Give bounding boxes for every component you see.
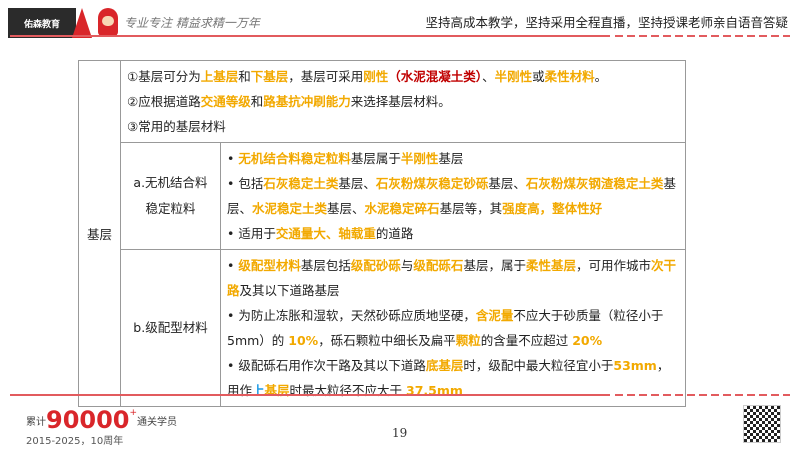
highlight-text: 交通等级 (200, 94, 251, 109)
text-segment: ，基层可采用 (288, 69, 364, 84)
header-divider (10, 35, 610, 37)
highlight-text: 级配砂砾 (350, 258, 401, 273)
page-number: 19 (392, 426, 408, 440)
highlight-text: 含泥量 (475, 308, 514, 323)
highlight-text: 水泥稳定碎石 (364, 201, 440, 216)
highlight-text: 级配砾石 (413, 258, 464, 273)
highlight-text: 级配型材料 (238, 258, 301, 273)
count-prefix: 累计 (26, 417, 46, 428)
row-header: 基层 (78, 60, 121, 407)
highlight-text: 底基层 (425, 358, 464, 373)
text-line: ①基层可分为上基层和下基层，基层可采用刚性（水泥混凝土类）、半刚性或柔性材料。 (127, 64, 679, 89)
text-segment: 或 (532, 69, 545, 84)
category-a-text: • 无机结合料稳定粒料基层属于半刚性基层 • 包括石灰稳定土类基层、石灰粉煤灰稳定… (227, 146, 679, 246)
text-line: ③常用的基层材料 (127, 114, 679, 139)
highlight-text: 柔性基层 (525, 258, 576, 273)
highlight-text: （水泥混凝土类） (388, 69, 483, 84)
text-segment: 的含量不应超过 (480, 333, 573, 348)
highlight-text: 20% (572, 333, 603, 348)
highlight-text: 石灰稳定土类 (263, 176, 339, 191)
text-segment: • (227, 151, 239, 166)
anniversary-text: 2015-2025，10周年 (26, 436, 124, 447)
highlight-text: 10% (288, 333, 319, 348)
text-segment: 基层等，其 (439, 201, 503, 216)
mascot-image (98, 8, 118, 36)
text-segment: • 适用于 (227, 226, 276, 241)
text-segment: 和 (250, 94, 264, 109)
student-count: 累计90000+通关学员 (26, 406, 177, 434)
highlight-text: 路基抗冲刷能力 (263, 94, 351, 109)
category-a-content: • 无机结合料稳定粒料基层属于半刚性基层 • 包括石灰稳定土类基层、石灰粉煤灰稳定… (220, 142, 686, 250)
text-segment: 和 (238, 69, 251, 84)
text-line: • 为防止冻胀和湿软，天然砂砾应质地坚硬，含泥量不应大于砂质量（粒径小于 5mm… (227, 303, 679, 353)
content-table: 基层 ①基层可分为上基层和下基层，基层可采用刚性（水泥混凝土类）、半刚性或柔性材… (78, 60, 686, 407)
highlight-text: 半刚性 (400, 151, 439, 166)
highlight-text: 水泥稳定土类 (252, 201, 328, 216)
category-b-label: b.级配型材料 (133, 320, 208, 335)
category-a-line2: 稳定粒料 (145, 201, 196, 216)
highlight-text: 颗粒 (455, 333, 481, 348)
logo-accent (72, 8, 92, 38)
text-segment: 基层 (438, 151, 464, 166)
text-line: • 包括石灰稳定土类基层、石灰粉煤灰稳定砂砾基层、石灰粉煤灰钢渣稳定土类基层、水… (227, 171, 679, 221)
text-segment: ①基层可分为 (127, 69, 201, 84)
highlight-text: 下基层 (250, 69, 289, 84)
count-suffix: 通关学员 (137, 417, 178, 428)
highlight-text: 53mm (613, 358, 657, 373)
footer-dash (615, 394, 790, 396)
intro-cell: ①基层可分为上基层和下基层，基层可采用刚性（水泥混凝土类）、半刚性或柔性材料。 ②… (120, 60, 686, 143)
text-segment: 来选择基层材料。 (350, 94, 451, 109)
text-segment: 、 (482, 69, 495, 84)
category-b: b.级配型材料 (120, 249, 221, 407)
logo-text: 佑森教育 (23, 19, 60, 30)
text-segment: • 包括 (227, 176, 264, 191)
text-line: • 适用于交通量大、轴载重的道路 (227, 221, 679, 246)
header-slogan: 坚持高成本教学，坚持采用全程直播，坚持授课老师亲自语音答疑 (425, 15, 788, 30)
text-segment: 与 (400, 258, 414, 273)
highlight-text: 无机结合料稳定粒料 (238, 151, 351, 166)
count-plus: + (129, 408, 138, 418)
highlight-text: 上基层 (200, 69, 239, 84)
text-segment: 基层、 (338, 176, 376, 191)
highlight-text: 石灰粉煤灰钢渣稳定土类 (525, 176, 664, 191)
qr-code (743, 405, 781, 443)
text-segment: 基层、 (327, 201, 365, 216)
header-dash (615, 35, 790, 37)
text-segment: • 为防止冻胀和湿软，天然砂砾应质地坚硬， (227, 308, 476, 323)
calligraphy: 专业专注 精益求精一万年 (124, 16, 260, 30)
text-segment: ，砾石颗粒中细长及扁平 (318, 333, 456, 348)
text-segment: 基层、 (488, 176, 526, 191)
text-segment: ②应根据道路 (127, 94, 201, 109)
category-b-text: • 级配型材料基层包括级配砂砾与级配砾石基层，属于柔性基层，可用作城市次干路及其… (227, 253, 679, 403)
highlight-text: 半刚性 (494, 69, 533, 84)
text-line: • 级配型材料基层包括级配砂砾与级配砾石基层，属于柔性基层，可用作城市次干路及其… (227, 253, 679, 303)
text-segment: 。 (594, 69, 608, 84)
highlight-text: 刚性 (363, 69, 389, 84)
text-segment: ，可用作城市 (575, 258, 651, 273)
highlight-text: 强度高，整体性好 (502, 201, 603, 216)
category-a: a.无机结合料 稳定粒料 (120, 142, 221, 250)
text-segment: 基层包括 (300, 258, 351, 273)
category-a-line1: a.无机结合料 (133, 175, 208, 190)
text-segment: ③常用的基层材料 (127, 119, 226, 134)
highlight-text: 柔性材料 (544, 69, 595, 84)
logo: 佑森教育 (8, 8, 76, 38)
highlight-text: 交通量大、轴载重 (275, 226, 376, 241)
category-b-content: • 级配型材料基层包括级配砂砾与级配砾石基层，属于柔性基层，可用作城市次干路及其… (220, 249, 686, 407)
text-segment: 基层，属于 (463, 258, 526, 273)
text-segment: • 级配砾石用作次干路及其以下道路 (227, 358, 426, 373)
text-line: ②应根据道路交通等级和路基抗冲刷能力来选择基层材料。 (127, 89, 679, 114)
text-segment: 及其以下道路基层 (239, 283, 340, 298)
count-number: 90000 (46, 406, 130, 434)
text-segment: 的道路 (375, 226, 414, 241)
highlight-text: 石灰粉煤灰稳定砂砾 (375, 176, 489, 191)
text-line: • 无机结合料稳定粒料基层属于半刚性基层 (227, 146, 679, 171)
text-segment: • (227, 258, 239, 273)
footer-divider (10, 394, 610, 396)
intro-text: ①基层可分为上基层和下基层，基层可采用刚性（水泥混凝土类）、半刚性或柔性材料。 ②… (127, 64, 679, 139)
text-segment: 基层属于 (350, 151, 401, 166)
text-segment: 时，级配中最大粒径宜小于 (463, 358, 614, 373)
